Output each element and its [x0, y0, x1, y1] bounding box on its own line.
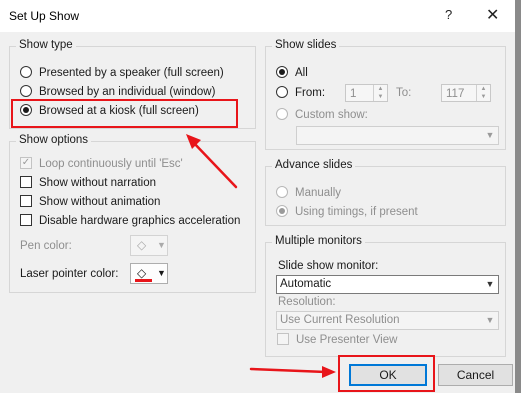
chevron-down-icon: ▼: [485, 315, 495, 325]
radio-label: Manually: [295, 187, 342, 199]
radio-from-slide[interactable]: From:: [276, 84, 325, 102]
slide-show-monitor-select[interactable]: Automatic ▼: [276, 275, 499, 294]
checkbox-without-animation[interactable]: Show without animation: [20, 193, 160, 211]
monitor-select-value: Automatic: [280, 278, 332, 290]
resolution-label: Resolution:: [278, 296, 336, 308]
checkbox-without-narration[interactable]: Show without narration: [20, 174, 156, 192]
advance-slides-legend: Advance slides: [272, 159, 356, 171]
pen-color-label: Pen color:: [20, 240, 72, 252]
paint-bucket-icon: ◇: [137, 266, 147, 280]
spinner-arrows-icon[interactable]: ▲ ▼: [476, 85, 490, 101]
paint-bucket-icon: ◇: [137, 238, 147, 252]
radio-presented-by-speaker[interactable]: Presented by a speaker (full screen): [20, 64, 224, 82]
radio-button-selected[interactable]: [276, 65, 288, 78]
checkbox-label: Show without animation: [39, 196, 161, 208]
radio-button[interactable]: [20, 84, 32, 97]
slide-show-monitor-label: Slide show monitor:: [278, 260, 379, 272]
laser-pointer-color-picker[interactable]: ◇ ▼: [130, 263, 168, 284]
close-icon[interactable]: ✕: [486, 5, 499, 25]
kiosk-highlight-box: [11, 99, 238, 128]
from-slide-spinner[interactable]: 1 ▲ ▼: [345, 84, 388, 102]
title-bar: Set Up Show ? ✕: [0, 0, 515, 32]
show-options-legend: Show options: [16, 134, 92, 146]
radio-all-slides[interactable]: All: [276, 64, 308, 82]
checkbox-loop-continuously[interactable]: ✓ Loop continuously until 'Esc': [20, 155, 183, 173]
checkbox-use-presenter-view[interactable]: Use Presenter View: [277, 331, 397, 349]
resolution-select-value: Use Current Resolution: [280, 314, 400, 326]
radio-using-timings[interactable]: Using timings, if present: [276, 203, 418, 221]
checkbox-disable-hw-acceleration[interactable]: Disable hardware graphics acceleration: [20, 212, 240, 230]
radio-label: Custom show:: [295, 109, 368, 121]
checkbox[interactable]: [20, 213, 32, 226]
chevron-down-icon: ▼: [157, 268, 166, 278]
help-icon[interactable]: ?: [445, 7, 452, 22]
resolution-select[interactable]: Use Current Resolution ▼: [276, 311, 499, 330]
checkbox[interactable]: [20, 175, 32, 188]
spinner-arrows-icon[interactable]: ▲ ▼: [373, 85, 387, 101]
checkbox-label: Disable hardware graphics acceleration: [39, 215, 241, 227]
radio-button[interactable]: [276, 85, 288, 98]
radio-label: Using timings, if present: [295, 206, 418, 218]
chevron-down-icon: ▼: [157, 240, 166, 250]
checkbox-label: Use Presenter View: [296, 334, 398, 346]
chevron-down-icon: ▼: [485, 279, 495, 289]
background-window-edge: [515, 0, 521, 393]
pen-color-picker[interactable]: ◇ ▼: [130, 235, 168, 256]
radio-button[interactable]: [276, 107, 288, 120]
show-type-legend: Show type: [16, 39, 76, 51]
laser-pointer-color-label: Laser pointer color:: [20, 268, 119, 280]
radio-custom-show[interactable]: Custom show:: [276, 106, 368, 124]
to-slide-value: 117: [446, 88, 465, 100]
checkbox[interactable]: [277, 332, 289, 345]
radio-button[interactable]: [20, 65, 32, 78]
ok-highlight-box: [338, 355, 435, 392]
multiple-monitors-legend: Multiple monitors: [272, 235, 365, 247]
radio-button-selected[interactable]: [276, 204, 288, 217]
radio-label: Browsed by an individual (window): [39, 86, 216, 98]
checkbox-label: Show without narration: [39, 177, 156, 189]
laser-color-swatch: [135, 279, 152, 282]
show-slides-legend: Show slides: [272, 39, 340, 51]
radio-manually[interactable]: Manually: [276, 184, 341, 202]
radio-label: All: [295, 67, 308, 79]
set-up-show-dialog: Set Up Show ? ✕ Show type Presented by a…: [0, 0, 516, 393]
checkbox-label: Loop continuously until 'Esc': [39, 158, 183, 170]
to-slide-spinner[interactable]: 117 ▲ ▼: [441, 84, 491, 102]
checkbox[interactable]: [20, 194, 32, 207]
dialog-title: Set Up Show: [9, 9, 80, 23]
custom-show-select[interactable]: ▼: [296, 126, 499, 145]
checkbox-checked[interactable]: ✓: [20, 156, 32, 169]
cancel-button[interactable]: Cancel: [438, 364, 513, 386]
radio-label: From:: [295, 87, 326, 99]
from-slide-value: 1: [350, 88, 357, 100]
radio-label: Presented by a speaker (full screen): [39, 67, 224, 79]
to-label: To:: [396, 87, 412, 99]
radio-button[interactable]: [276, 185, 288, 198]
chevron-down-icon: ▼: [485, 130, 495, 140]
